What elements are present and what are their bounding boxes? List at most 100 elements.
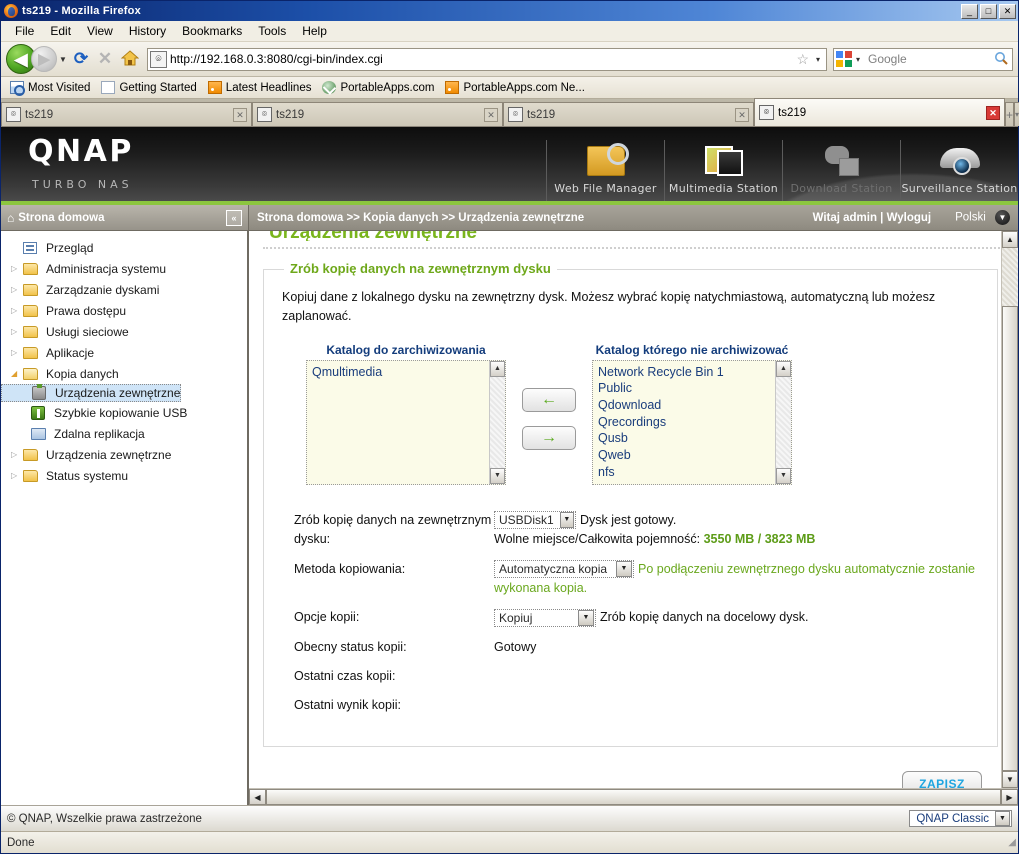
sidebar-item-administracja-systemu[interactable]: ▷ Administracja systemu bbox=[1, 258, 247, 279]
qnap-logo[interactable]: QNAP TURBO NAS bbox=[1, 127, 301, 201]
app-surveillance-station[interactable]: Surveillance Station bbox=[900, 140, 1018, 201]
scroll-right-icon[interactable]: ▶ bbox=[1001, 789, 1018, 805]
user-greeting-logout[interactable]: Witaj admin | Wyloguj bbox=[813, 212, 932, 224]
move-left-button[interactable]: ← bbox=[522, 387, 576, 412]
twisty-open-icon[interactable]: ◢ bbox=[11, 369, 23, 378]
scroll-down-icon[interactable]: ▼ bbox=[490, 467, 505, 484]
bookmark-getting-started[interactable]: Getting Started bbox=[97, 81, 200, 94]
sidebar-item-urzadzenia-zewnetrzne-root[interactable]: ▷ Urządzenia zewnętrzne bbox=[1, 444, 247, 465]
move-right-button[interactable]: → bbox=[522, 425, 576, 450]
source-list-items[interactable]: Qmultimedia bbox=[307, 361, 489, 484]
menu-tools[interactable]: Tools bbox=[250, 22, 294, 40]
language-selector[interactable]: Polski ▼ bbox=[955, 210, 1010, 225]
reload-button[interactable]: ⟳ bbox=[69, 49, 93, 69]
list-item[interactable]: Qusb bbox=[598, 430, 770, 447]
sidebar-item-przeglad[interactable]: Przegląd bbox=[1, 237, 247, 258]
bookmark-most-visited[interactable]: Most Visited bbox=[6, 81, 94, 96]
stop-button[interactable]: ✕ bbox=[93, 49, 117, 69]
sidebar-item-uslugi-sieciowe[interactable]: ▷ Usługi sieciowe bbox=[1, 321, 247, 342]
sidebar-item-kopia-danych[interactable]: ◢ Kopia danych bbox=[1, 363, 247, 384]
menu-file[interactable]: File bbox=[7, 22, 42, 40]
url-input[interactable]: http://192.168.0.3:8080/cgi-bin/index.cg… bbox=[170, 52, 793, 66]
scroll-up-icon[interactable]: ▲ bbox=[1002, 231, 1018, 248]
source-list-scrollbar[interactable]: ▲ ▼ bbox=[489, 360, 505, 484]
chevron-down-icon[interactable]: ▼ bbox=[995, 811, 1010, 826]
source-listbox[interactable]: Qmultimedia ▲ ▼ bbox=[306, 359, 506, 485]
list-item[interactable]: Qrecordings bbox=[598, 414, 770, 431]
search-icon[interactable] bbox=[994, 51, 1010, 68]
list-item[interactable]: Network Recycle Bin 1 bbox=[598, 364, 770, 381]
list-item[interactable]: Qmultimedia bbox=[312, 364, 484, 381]
chevron-down-icon[interactable]: ▼ bbox=[995, 210, 1010, 225]
url-bar[interactable]: ⌾ http://192.168.0.3:8080/cgi-bin/index.… bbox=[147, 47, 827, 71]
scroll-up-icon[interactable]: ▲ bbox=[776, 360, 791, 377]
scroll-trough[interactable] bbox=[776, 376, 791, 468]
app-web-file-manager[interactable]: Web File Manager bbox=[546, 140, 664, 201]
tab-ts219-4-active[interactable]: ⌾ ts219 ✕ bbox=[754, 98, 1005, 126]
tab-ts219-1[interactable]: ⌾ ts219 ✕ bbox=[1, 102, 252, 126]
menu-edit[interactable]: Edit bbox=[42, 22, 79, 40]
tab-ts219-2[interactable]: ⌾ ts219 ✕ bbox=[252, 102, 503, 126]
twisty-icon[interactable]: ▷ bbox=[11, 327, 23, 336]
bookmark-latest-headlines[interactable]: Latest Headlines bbox=[204, 81, 316, 94]
main-horizontal-scrollbar[interactable]: ◀ ▶ bbox=[249, 788, 1018, 805]
theme-select[interactable]: QNAP Classic ▼ bbox=[909, 810, 1012, 827]
twisty-icon[interactable]: ▷ bbox=[11, 264, 23, 273]
list-item[interactable]: nfs bbox=[598, 464, 770, 481]
save-button[interactable]: ZAPISZ bbox=[902, 770, 982, 788]
tab-close-icon[interactable]: ✕ bbox=[986, 105, 1000, 120]
sidebar-item-aplikacje[interactable]: ▷ Aplikacje bbox=[1, 342, 247, 363]
scroll-down-icon[interactable]: ▼ bbox=[1002, 771, 1018, 788]
scroll-up-icon[interactable]: ▲ bbox=[490, 360, 505, 377]
scroll-trough-top[interactable] bbox=[1002, 248, 1018, 306]
list-item[interactable]: Public bbox=[598, 380, 770, 397]
target-disk-select[interactable]: USBDisk1 ▼ bbox=[494, 511, 576, 530]
tab-close-icon[interactable]: ✕ bbox=[484, 107, 498, 122]
sidebar-header[interactable]: ⌂ Strona domowa « bbox=[1, 205, 249, 230]
sidebar-item-status-systemu[interactable]: ▷ Status systemu bbox=[1, 465, 247, 486]
bookmark-portableapps-news[interactable]: PortableApps.com Ne... bbox=[441, 81, 588, 94]
tab-close-icon[interactable]: ✕ bbox=[735, 107, 749, 122]
app-multimedia-station[interactable]: Multimedia Station bbox=[664, 140, 782, 201]
sidebar-item-urzadzenia-zewnetrzne-selected[interactable]: Urządzenia zewnętrzne bbox=[1, 384, 182, 402]
sidebar-item-zdalna-replikacja[interactable]: Zdalna replikacja bbox=[1, 423, 247, 444]
scroll-trough[interactable] bbox=[490, 376, 505, 468]
breadcrumb[interactable]: Strona domowa >> Kopia danych >> Urządze… bbox=[257, 212, 584, 224]
tab-close-icon[interactable]: ✕ bbox=[233, 107, 247, 122]
sidebar-item-zarzadzanie-dyskami[interactable]: ▷ Zarządzanie dyskami bbox=[1, 279, 247, 300]
search-input[interactable]: Google bbox=[864, 52, 994, 66]
resize-grip-icon[interactable]: ◢ bbox=[1008, 837, 1016, 848]
scroll-thumb[interactable] bbox=[1002, 306, 1018, 771]
home-button[interactable] bbox=[117, 49, 143, 69]
chevron-down-icon[interactable]: ▼ bbox=[559, 512, 574, 529]
search-bar[interactable]: ▾ Google bbox=[833, 47, 1013, 71]
main-vertical-scrollbar[interactable]: ▲ ▼ bbox=[1001, 231, 1018, 788]
copy-options-select[interactable]: Kopiuj ▼ bbox=[494, 608, 596, 627]
menu-view[interactable]: View bbox=[79, 22, 121, 40]
sidebar-item-prawa-dostepu[interactable]: ▷ Prawa dostępu bbox=[1, 300, 247, 321]
exclude-list-items[interactable]: Network Recycle Bin 1 Public Qdownload Q… bbox=[593, 361, 775, 484]
maximize-button[interactable]: □ bbox=[980, 3, 997, 19]
menu-history[interactable]: History bbox=[121, 22, 174, 40]
scroll-thumb[interactable] bbox=[266, 789, 1001, 805]
minimize-button[interactable]: _ bbox=[961, 3, 978, 19]
url-dropdown-caret-icon[interactable]: ▾ bbox=[812, 55, 824, 64]
exclude-listbox[interactable]: Network Recycle Bin 1 Public Qdownload Q… bbox=[592, 359, 792, 485]
chevron-down-icon[interactable]: ▼ bbox=[616, 561, 632, 578]
menu-help[interactable]: Help bbox=[294, 22, 335, 40]
exclude-list-scrollbar[interactable]: ▲ ▼ bbox=[775, 360, 791, 484]
copy-method-select[interactable]: Automatyczna kopia ▼ bbox=[494, 560, 634, 579]
tab-list-button[interactable]: ▾ bbox=[1014, 102, 1019, 126]
twisty-icon[interactable]: ▷ bbox=[11, 285, 23, 294]
twisty-icon[interactable]: ▷ bbox=[11, 450, 23, 459]
forward-button[interactable]: ▶ bbox=[31, 46, 57, 72]
search-engine-caret-icon[interactable]: ▾ bbox=[852, 55, 864, 64]
sidebar-collapse-button[interactable]: « bbox=[226, 209, 242, 226]
tab-ts219-3[interactable]: ⌾ ts219 ✕ bbox=[503, 102, 754, 126]
sidebar-item-szybkie-kopiowanie-usb[interactable]: Szybkie kopiowanie USB bbox=[1, 402, 247, 423]
menu-bookmarks[interactable]: Bookmarks bbox=[174, 22, 250, 40]
bookmark-portableapps[interactable]: PortableApps.com bbox=[318, 81, 438, 94]
list-item[interactable]: Qdownload bbox=[598, 397, 770, 414]
twisty-icon[interactable]: ▷ bbox=[11, 471, 23, 480]
scroll-down-icon[interactable]: ▼ bbox=[776, 467, 791, 484]
